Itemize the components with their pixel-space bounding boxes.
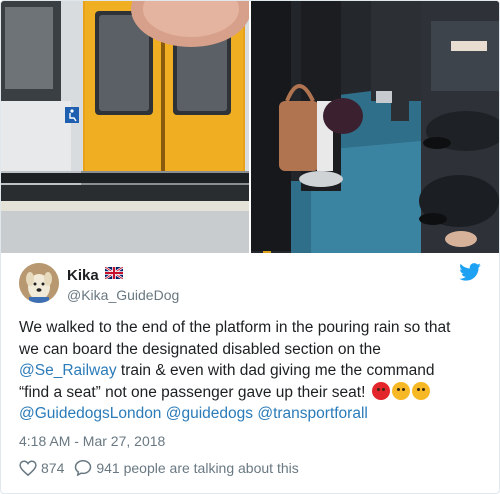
face-with-steam-icon [391, 381, 410, 400]
speech-bubble-icon [75, 459, 92, 476]
tweet-text: We walked to the end of the platform in … [19, 317, 481, 425]
tweet-line-1: We walked to the end of the platform in … [19, 319, 451, 336]
twitter-bird-icon[interactable] [459, 263, 481, 281]
tweet-line-4-text: “find a seat” not one passenger gave up … [19, 383, 370, 401]
tweet-line-3-text: train & even with dad giving me the comm… [116, 362, 435, 379]
mention-transportforall[interactable]: @transportforall [257, 405, 368, 422]
like-count: 874 [41, 459, 65, 476]
tweet-actions: 874 941 people are talking about this [19, 459, 309, 476]
angry-face-icon [371, 381, 390, 400]
user-handle[interactable]: @Kika_GuideDog [67, 287, 179, 303]
tweet-timestamp[interactable]: 4:18 AM - Mar 27, 2018 [19, 433, 165, 449]
tweet-line-5: @GuidedogsLondon @guidedogs @transportfo… [19, 403, 481, 425]
crying-face-icon [411, 381, 430, 400]
like-button[interactable]: 874 [19, 460, 64, 476]
mention-se-railway[interactable]: @Se_Railway [19, 362, 117, 379]
mention-guidedogslondon[interactable]: @GuidedogsLondon [19, 405, 161, 422]
heart-icon [19, 459, 37, 476]
carriage-photo[interactable] [251, 1, 499, 253]
tweet-line-3: @Se_Railway train & even with dad giving… [19, 360, 481, 382]
avatar[interactable] [19, 263, 59, 303]
user-name[interactable]: Kika [67, 267, 99, 284]
uk-flag-icon [105, 267, 123, 279]
conversation-link[interactable]: 941 people are talking about this [74, 459, 299, 476]
dog-avatar-icon [19, 263, 59, 303]
tweet-line-4: “find a seat” not one passenger gave up … [19, 381, 481, 404]
tweet-media[interactable] [1, 1, 499, 253]
carriage-illustration [251, 1, 499, 253]
train-door-photo[interactable] [1, 1, 249, 253]
train-door-illustration [1, 1, 249, 253]
tweet-header: Kika @Kika_GuideDog [19, 263, 481, 307]
talking-count: 941 people are talking about this [96, 459, 299, 476]
tweet-line-2: we can board the designated disabled sec… [19, 340, 381, 358]
tweet-card: Kika @Kika_GuideDog We walked to the end… [0, 0, 500, 494]
mention-guidedogs[interactable]: @guidedogs [166, 405, 253, 422]
